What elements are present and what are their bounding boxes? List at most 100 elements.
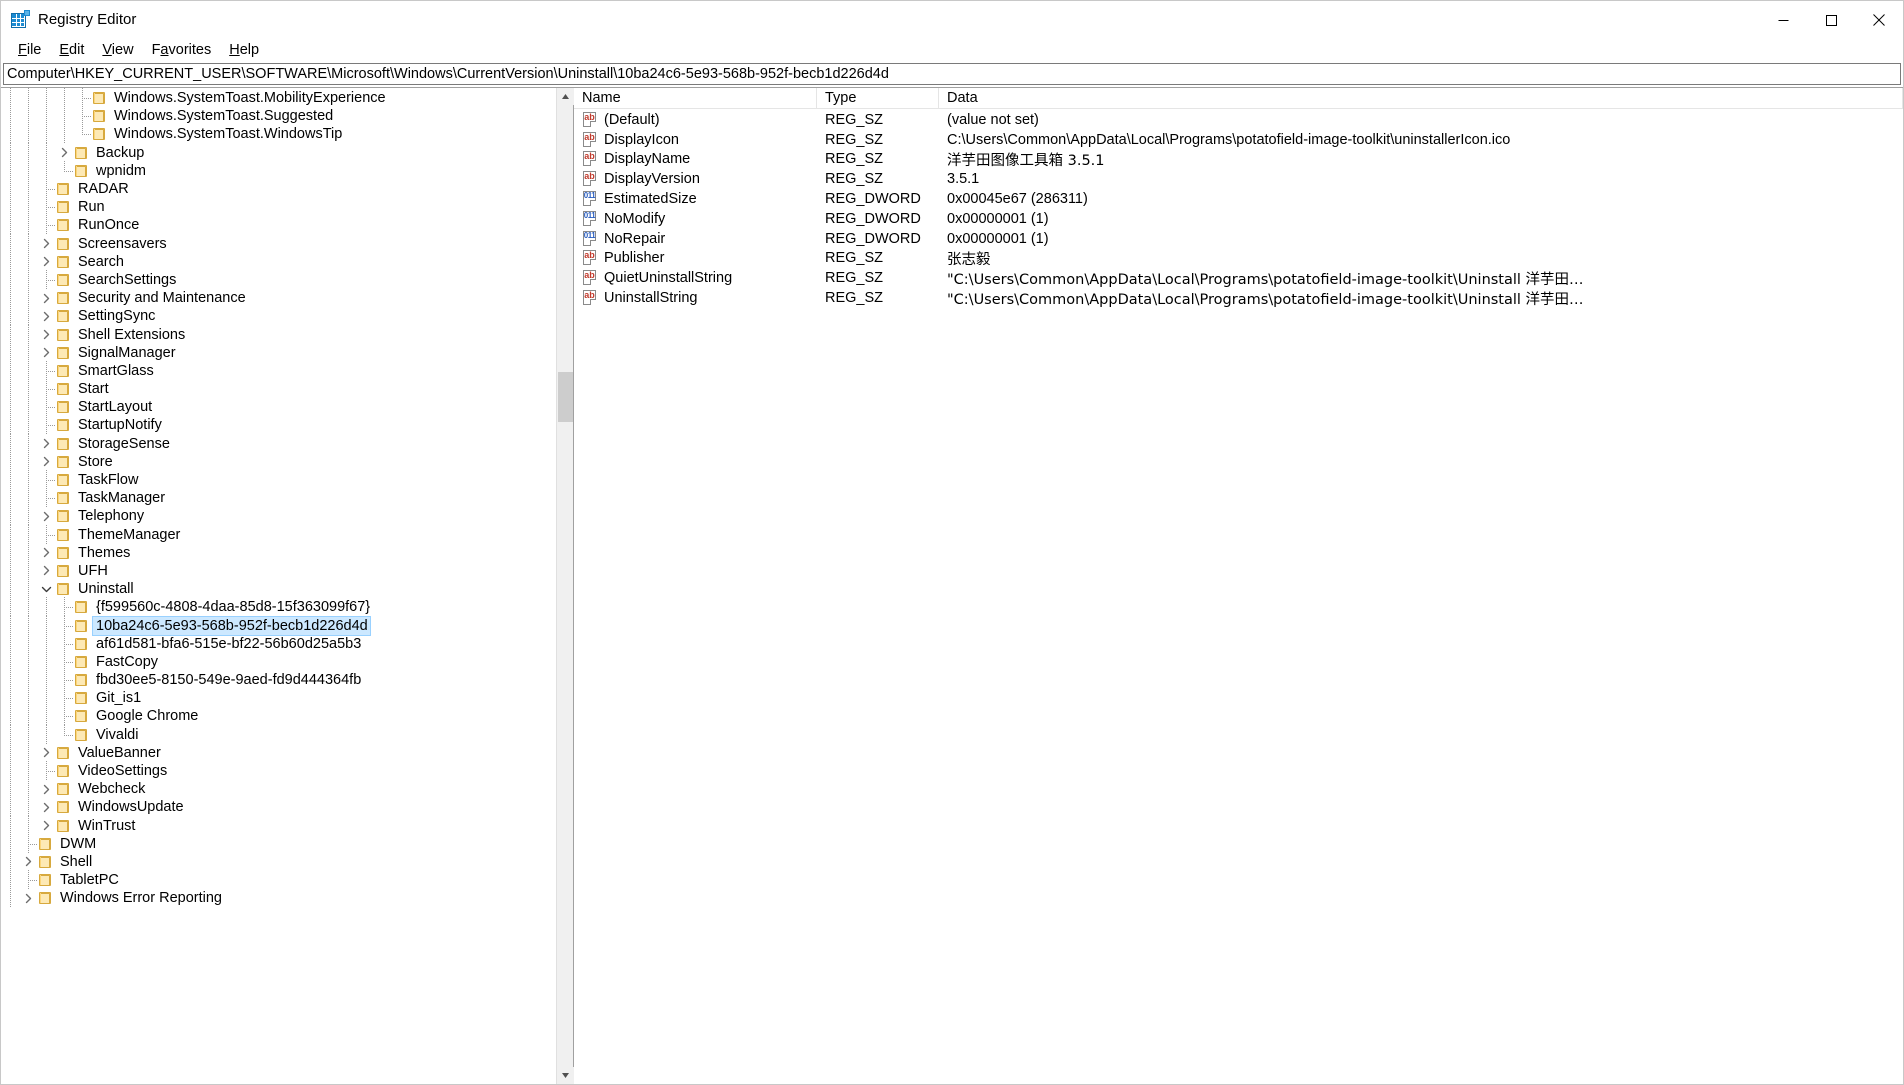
menu-favorites[interactable]: Favorites bbox=[143, 40, 221, 62]
tree-item[interactable]: RADAR bbox=[1, 179, 556, 200]
tree-item[interactable]: Shell Extensions bbox=[1, 324, 556, 345]
chevron-right-icon[interactable] bbox=[19, 853, 37, 871]
tree-item[interactable]: wpnidm bbox=[1, 160, 556, 181]
tree-item[interactable]: Vivaldi bbox=[1, 724, 556, 745]
chevron-right-icon[interactable] bbox=[37, 744, 55, 762]
scroll-up-arrow[interactable] bbox=[557, 88, 574, 105]
tree-item[interactable]: WindowsUpdate bbox=[1, 797, 556, 818]
column-header-type[interactable]: Type bbox=[817, 88, 939, 108]
tree-item[interactable]: {f599560c-4808-4daa-85d8-15f363099f67} bbox=[1, 597, 556, 618]
tree-item[interactable]: Git_is1 bbox=[1, 688, 556, 709]
value-row[interactable]: ab (Default) REG_SZ (value not set) bbox=[574, 110, 1903, 130]
tree-item[interactable]: WinTrust bbox=[1, 815, 556, 836]
chevron-right-icon[interactable] bbox=[37, 307, 55, 325]
chevron-right-icon[interactable] bbox=[37, 435, 55, 453]
tree-item[interactable]: Telephony bbox=[1, 506, 556, 527]
tree-item[interactable]: Uninstall bbox=[1, 579, 556, 600]
tree-item[interactable]: SignalManager bbox=[1, 342, 556, 363]
tree-item-selected[interactable]: 10ba24c6-5e93-568b-952f-becb1d226d4d bbox=[1, 615, 556, 636]
tree-item[interactable]: af61d581-bfa6-515e-bf22-56b60d25a5b3 bbox=[1, 633, 556, 654]
registry-tree[interactable]: Windows.SystemToast.MobilityExperience Wi… bbox=[1, 88, 556, 1084]
tree-item[interactable]: TabletPC bbox=[1, 870, 556, 891]
tree-item[interactable]: SearchSettings bbox=[1, 269, 556, 290]
folder-icon bbox=[73, 653, 90, 671]
tree-item[interactable]: fbd30ee5-8150-549e-9aed-fd9d444364fb bbox=[1, 670, 556, 691]
tree-item[interactable]: Google Chrome bbox=[1, 706, 556, 727]
string-value-icon: ab bbox=[582, 290, 598, 306]
menu-file[interactable]: FFileile bbox=[9, 40, 50, 62]
chevron-right-icon[interactable] bbox=[37, 562, 55, 580]
chevron-right-icon[interactable] bbox=[37, 453, 55, 471]
tree-vertical-scrollbar[interactable] bbox=[556, 88, 574, 1084]
value-row[interactable]: 011 NoModify REG_DWORD 0x00000001 (1) bbox=[574, 209, 1903, 229]
chevron-right-icon[interactable] bbox=[37, 235, 55, 253]
column-header-name[interactable]: Name bbox=[574, 88, 817, 108]
tree-item[interactable]: Windows.SystemToast.Suggested bbox=[1, 106, 556, 127]
value-row[interactable]: ab QuietUninstallString REG_SZ "C:\Users\Co… bbox=[574, 268, 1903, 288]
tree-item[interactable]: Windows Error Reporting bbox=[1, 888, 556, 909]
tree-item[interactable]: Screensavers bbox=[1, 233, 556, 254]
tree-indent-guide bbox=[1, 651, 19, 672]
tree-item[interactable]: TaskFlow bbox=[1, 470, 556, 491]
tree-item[interactable]: VideoSettings bbox=[1, 761, 556, 782]
tree-item[interactable]: Store bbox=[1, 451, 556, 472]
menu-help[interactable]: Help bbox=[220, 40, 268, 62]
chevron-right-icon[interactable] bbox=[37, 780, 55, 798]
tree-item[interactable]: Backup bbox=[1, 142, 556, 163]
tree-item[interactable]: RunOnce bbox=[1, 215, 556, 236]
tree-item[interactable]: Themes bbox=[1, 542, 556, 563]
scroll-down-arrow[interactable] bbox=[557, 1067, 574, 1084]
chevron-right-icon[interactable] bbox=[37, 326, 55, 344]
chevron-right-icon[interactable] bbox=[19, 889, 37, 907]
address-bar[interactable]: Computer\HKEY_CURRENT_USER\SOFTWARE\Micr… bbox=[3, 63, 1901, 85]
values-list[interactable]: ab (Default) REG_SZ (value not set) ab Displa… bbox=[574, 109, 1903, 1084]
chevron-right-icon[interactable] bbox=[55, 144, 73, 162]
menu-edit[interactable]: Edit bbox=[50, 40, 93, 62]
chevron-right-icon[interactable] bbox=[37, 507, 55, 525]
folder-icon bbox=[55, 744, 72, 762]
menu-bar: FFileile Edit View Favorites Help bbox=[1, 39, 1903, 63]
tree-item[interactable]: Windows.SystemToast.MobilityExperience bbox=[1, 88, 556, 109]
tree-item[interactable]: Start bbox=[1, 379, 556, 400]
menu-view[interactable]: View bbox=[93, 40, 142, 62]
tree-item[interactable]: FastCopy bbox=[1, 651, 556, 672]
close-button[interactable] bbox=[1855, 1, 1903, 39]
tree-item[interactable]: Security and Maintenance bbox=[1, 288, 556, 309]
value-row[interactable]: 011 EstimatedSize REG_DWORD 0x00045e67 (286… bbox=[574, 189, 1903, 209]
value-row[interactable]: ab Publisher REG_SZ 张志毅 bbox=[574, 249, 1903, 269]
value-row[interactable]: ab DisplayIcon REG_SZ C:\Users\Common\AppDa… bbox=[574, 130, 1903, 150]
chevron-right-icon[interactable] bbox=[37, 344, 55, 362]
tree-item[interactable]: Webcheck bbox=[1, 779, 556, 800]
value-row[interactable]: ab DisplayVersion REG_SZ 3.5.1 bbox=[574, 169, 1903, 189]
tree-item[interactable]: UFH bbox=[1, 560, 556, 581]
value-row[interactable]: 011 NoRepair REG_DWORD 0x00000001 (1) bbox=[574, 229, 1903, 249]
tree-item-label: fbd30ee5-8150-549e-9aed-fd9d444364fb bbox=[96, 672, 362, 689]
tree-item[interactable]: ThemeManager bbox=[1, 524, 556, 545]
chevron-down-icon[interactable] bbox=[37, 580, 55, 598]
chevron-right-icon[interactable] bbox=[37, 544, 55, 562]
folder-icon bbox=[73, 144, 90, 162]
chevron-right-icon[interactable] bbox=[37, 253, 55, 271]
chevron-right-icon[interactable] bbox=[37, 817, 55, 835]
value-row[interactable]: ab DisplayName REG_SZ 洋芋田图像工具箱 3.5.1 bbox=[574, 150, 1903, 170]
tree-item[interactable]: Run bbox=[1, 197, 556, 218]
tree-item[interactable]: StorageSense bbox=[1, 433, 556, 454]
tree-item[interactable]: StartLayout bbox=[1, 397, 556, 418]
tree-item[interactable]: Shell bbox=[1, 851, 556, 872]
tree-item[interactable]: TaskManager bbox=[1, 488, 556, 509]
tree-item[interactable]: ValueBanner bbox=[1, 742, 556, 763]
minimize-button[interactable] bbox=[1759, 1, 1807, 39]
chevron-right-icon[interactable] bbox=[37, 289, 55, 307]
scrollbar-thumb[interactable] bbox=[558, 372, 573, 422]
value-row[interactable]: ab UninstallString REG_SZ "C:\Users\Common\… bbox=[574, 288, 1903, 308]
column-header-data[interactable]: Data bbox=[939, 88, 1903, 108]
tree-item[interactable]: Windows.SystemToast.WindowsTip bbox=[1, 124, 556, 145]
tree-indent-guide bbox=[1, 833, 19, 854]
maximize-button[interactable] bbox=[1807, 1, 1855, 39]
chevron-right-icon[interactable] bbox=[37, 798, 55, 816]
tree-item[interactable]: SettingSync bbox=[1, 306, 556, 327]
tree-item[interactable]: SmartGlass bbox=[1, 360, 556, 381]
tree-item[interactable]: Search bbox=[1, 251, 556, 272]
tree-item[interactable]: StartupNotify bbox=[1, 415, 556, 436]
tree-item[interactable]: DWM bbox=[1, 833, 556, 854]
